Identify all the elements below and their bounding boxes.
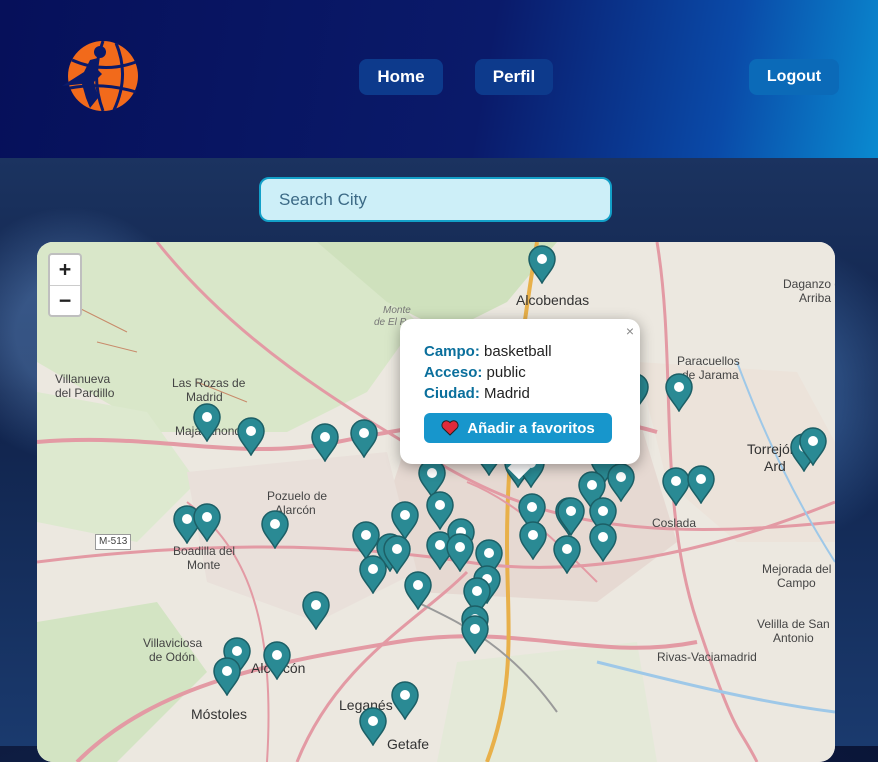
popup-close-icon[interactable]: ×: [626, 323, 634, 339]
popup-acceso-row: Acceso: public: [424, 364, 526, 381]
navbar: Home Perfil Logout: [0, 0, 878, 158]
heart-icon: [441, 420, 459, 436]
map-label-boadilla: Boadilla del: [173, 544, 236, 558]
map-label-mejorada: Mejorada del: [762, 562, 832, 576]
ciudad-label: Ciudad:: [424, 385, 480, 402]
map-marker-icon[interactable]: [460, 614, 490, 654]
zoom-out-button[interactable]: −: [50, 286, 80, 315]
map-marker-icon[interactable]: [262, 640, 292, 680]
zoom-control: + −: [48, 253, 82, 317]
map-label-las-rozas: Las Rozas de: [172, 376, 246, 390]
map-label-alcobendas: Alcobendas: [516, 292, 590, 308]
map-label-villaviciosa: Villaviciosa: [143, 636, 203, 650]
basketball-logo-icon[interactable]: [56, 38, 142, 116]
map-marker-icon[interactable]: [236, 416, 266, 456]
map-marker-icon[interactable]: [552, 534, 582, 574]
campo-label: Campo:: [424, 343, 480, 360]
popup-campo-row: Campo: basketball: [424, 343, 552, 360]
map-label-mejorada-2: Campo: [777, 576, 816, 590]
zoom-in-button[interactable]: +: [50, 255, 80, 286]
map-marker-icon[interactable]: [445, 532, 475, 572]
map-marker-icon[interactable]: [192, 402, 222, 442]
map-label-getafe: Getafe: [387, 736, 430, 752]
map-label-monte: Monte: [383, 305, 411, 316]
map-label-velilla-2: Antonio: [773, 631, 814, 645]
map-marker-icon[interactable]: [686, 464, 716, 504]
map-marker-icon[interactable]: [301, 590, 331, 630]
map-label-pozuelo: Pozuelo de: [267, 489, 328, 503]
ciudad-value: Madrid: [484, 385, 530, 402]
map-marker-icon[interactable]: [260, 509, 290, 549]
map-marker-icon[interactable]: [664, 372, 694, 412]
map-label-torrejon-2: Ard: [764, 458, 786, 474]
map-marker-icon[interactable]: [527, 244, 557, 284]
map-marker-icon[interactable]: [798, 426, 828, 466]
map-label-rivas: Rivas-Vaciamadrid: [657, 650, 757, 664]
map-marker-icon[interactable]: [358, 706, 388, 746]
court-popup: × Campo: basketball Acceso: public Ciuda…: [400, 319, 640, 464]
map-marker-icon[interactable]: [588, 522, 618, 562]
add-favorite-label: Añadir a favoritos: [467, 419, 595, 437]
map-marker-icon[interactable]: [556, 496, 586, 536]
popup-ciudad-row: Ciudad: Madrid: [424, 385, 530, 402]
add-favorite-button[interactable]: Añadir a favoritos: [424, 413, 612, 443]
map-marker-icon[interactable]: [518, 520, 548, 560]
acceso-label: Acceso:: [424, 364, 483, 381]
map-label-m513: M-513: [95, 534, 132, 550]
map-label-villaviciosa-2: de Odón: [149, 650, 196, 664]
map-marker-icon[interactable]: [192, 502, 222, 542]
map-label-daganzo: Daganzo d: [783, 277, 835, 291]
search-city-input[interactable]: [259, 177, 612, 222]
map-label-boadilla-2: Monte: [187, 558, 221, 572]
map-label-mostoles: Móstoles: [191, 706, 248, 722]
map-label-villanueva-2: del Pardillo: [55, 386, 115, 400]
perfil-button[interactable]: Perfil: [475, 59, 553, 95]
map-marker-icon[interactable]: [403, 570, 433, 610]
map-marker-icon[interactable]: [390, 680, 420, 720]
map-marker-icon[interactable]: [212, 656, 242, 696]
map-label-daganzo-2: Arriba: [799, 291, 832, 305]
map-label-velilla: Velilla de San: [757, 617, 830, 631]
map-label-villanueva: Villanueva: [55, 372, 111, 386]
logout-button[interactable]: Logout: [749, 59, 839, 95]
map-label-coslada: Coslada: [652, 516, 697, 530]
campo-value: basketball: [484, 343, 552, 360]
acceso-value: public: [486, 364, 526, 381]
map-marker-icon[interactable]: [358, 554, 388, 594]
map-label-paracuellos: Paracuellos: [677, 354, 740, 368]
map-marker-icon[interactable]: [310, 422, 340, 462]
home-button[interactable]: Home: [359, 59, 443, 95]
map-marker-icon[interactable]: [349, 418, 379, 458]
